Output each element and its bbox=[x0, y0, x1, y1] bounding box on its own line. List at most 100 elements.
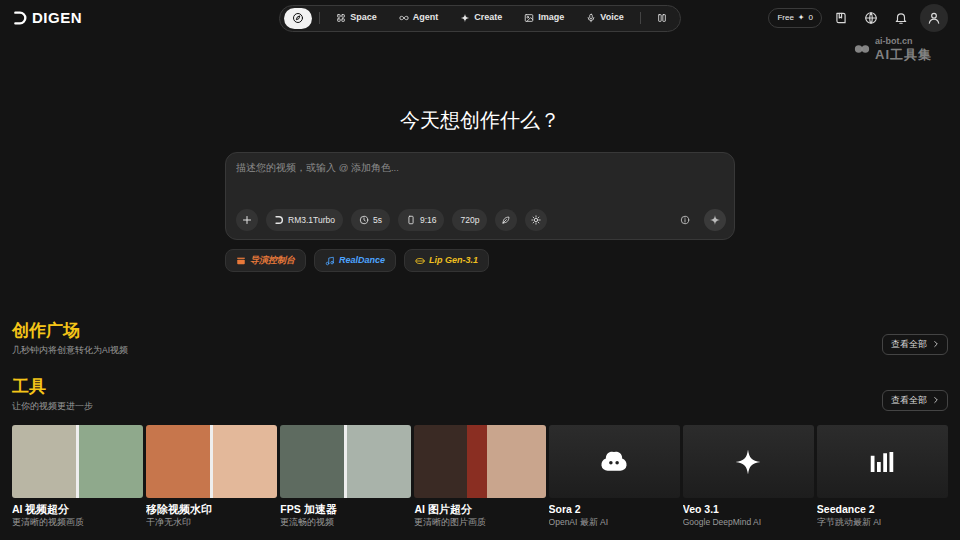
tool-card[interactable]: AI 图片超分更清晰的图片画质 bbox=[414, 425, 545, 528]
watermark-name: AI工具集 bbox=[875, 47, 932, 62]
content-section: 创作广场几秒钟内将创意转化为AI视频 查看全部 bbox=[0, 320, 960, 357]
section-subtitle: 让你的视频更进一步 bbox=[12, 400, 93, 413]
nav-tab[interactable]: Agent bbox=[390, 8, 448, 29]
sun-icon bbox=[531, 215, 541, 225]
nav-tab[interactable]: Create bbox=[451, 8, 511, 29]
section-subtitle: 几秒钟内将创意转化为AI视频 bbox=[12, 344, 128, 357]
sparkle-icon bbox=[709, 214, 721, 226]
hero-title: 今天想创作什么？ bbox=[0, 106, 960, 134]
nav-label: Space bbox=[350, 11, 377, 25]
tool-title: AI 视频超分 bbox=[12, 502, 143, 516]
logo-icon bbox=[274, 215, 284, 225]
tool-preview bbox=[280, 425, 411, 498]
tool-title: FPS 加速器 bbox=[280, 502, 411, 516]
home-tab[interactable] bbox=[284, 8, 312, 29]
clapper-icon bbox=[236, 256, 246, 266]
prompt-options: RM3.1Turbo 5s 9:16 720p bbox=[236, 209, 547, 231]
tool-card[interactable]: Seedance 2字节跳动最新 AI bbox=[817, 425, 948, 528]
digen-logo-icon bbox=[12, 10, 28, 26]
image-icon bbox=[524, 13, 534, 23]
note-icon bbox=[325, 256, 335, 266]
columns-icon bbox=[657, 13, 667, 23]
lips-icon bbox=[415, 256, 425, 266]
tool-title: Veo 3.1 bbox=[683, 502, 814, 516]
notifications-button[interactable] bbox=[890, 7, 912, 29]
credits-count: 0 bbox=[809, 12, 813, 24]
credits-icon: ✦ bbox=[798, 12, 805, 24]
plus-icon bbox=[241, 214, 253, 226]
shortcut-row: 导演控制台 RealDance Lip Gen-3.1 bbox=[225, 249, 735, 272]
nav-tab[interactable]: Space bbox=[327, 8, 386, 29]
bell-icon bbox=[894, 11, 908, 25]
tool-logo bbox=[683, 425, 814, 498]
nav-tab[interactable]: Image bbox=[515, 8, 573, 29]
info-button[interactable] bbox=[674, 209, 696, 231]
shortcut-chip[interactable]: Lip Gen-3.1 bbox=[404, 249, 489, 272]
plan-label: Free bbox=[777, 12, 793, 24]
tool-title: Seedance 2 bbox=[817, 502, 948, 516]
avatar-button[interactable] bbox=[920, 4, 948, 32]
generate-button[interactable] bbox=[704, 209, 726, 231]
chevron-icon bbox=[931, 395, 941, 405]
user-area: Free ✦ 0 bbox=[681, 4, 948, 32]
bot-icon bbox=[853, 40, 871, 58]
section-heading: 工具让你的视频更进一步 bbox=[12, 376, 93, 413]
watermark: ai-bot.cnAI工具集 bbox=[853, 36, 932, 62]
nav-label: Agent bbox=[413, 11, 439, 25]
tool-subtitle: OpenAI 最新 AI bbox=[549, 516, 680, 528]
info-icon bbox=[680, 215, 690, 225]
nav-label: Create bbox=[474, 11, 502, 25]
resolution-option[interactable]: 720p bbox=[452, 209, 487, 231]
tool-logo bbox=[549, 425, 680, 498]
grid-icon bbox=[336, 13, 346, 23]
section-header: 创作广场几秒钟内将创意转化为AI视频 查看全部 bbox=[12, 320, 948, 357]
tool-card[interactable]: FPS 加速器更流畅的视频 bbox=[280, 425, 411, 528]
nav-label: Voice bbox=[600, 11, 623, 25]
shortcut-chip[interactable]: RealDance bbox=[314, 249, 396, 272]
prompt-input[interactable] bbox=[236, 161, 726, 197]
shortcut-label: Lip Gen-3.1 bbox=[429, 254, 478, 268]
style-button[interactable] bbox=[495, 209, 517, 231]
tool-card[interactable]: Veo 3.1Google DeepMind AI bbox=[683, 425, 814, 528]
tool-card[interactable]: AI 视频超分更清晰的视频画质 bbox=[12, 425, 143, 528]
lighting-button[interactable] bbox=[525, 209, 547, 231]
tool-logo bbox=[817, 425, 948, 498]
brand-name: DIGEN bbox=[32, 7, 82, 30]
section-heading: 创作广场几秒钟内将创意转化为AI视频 bbox=[12, 320, 128, 357]
tool-subtitle: 更清晰的图片画质 bbox=[414, 516, 545, 528]
credits-button[interactable]: Free ✦ 0 bbox=[768, 8, 822, 28]
view-all-button[interactable]: 查看全部 bbox=[882, 390, 948, 412]
shortcut-chip[interactable]: 导演控制台 bbox=[225, 249, 306, 272]
library-button[interactable] bbox=[830, 7, 852, 29]
view-all-button[interactable]: 查看全部 bbox=[882, 334, 948, 356]
translate-button[interactable] bbox=[860, 7, 882, 29]
view-all-label: 查看全部 bbox=[891, 394, 927, 408]
option-label: 9:16 bbox=[420, 214, 437, 227]
book-icon bbox=[834, 11, 848, 25]
nav-tab[interactable]: Voice bbox=[577, 8, 632, 29]
option-label: 720p bbox=[460, 214, 479, 227]
tool-subtitle: Google DeepMind AI bbox=[683, 516, 814, 528]
ratio-option[interactable]: 9:16 bbox=[398, 209, 445, 231]
shortcut-label: 导演控制台 bbox=[250, 254, 295, 268]
option-label: 5s bbox=[373, 214, 382, 227]
prompt-box: RM3.1Turbo 5s 9:16 720p bbox=[225, 152, 735, 240]
leaf-icon bbox=[501, 215, 511, 225]
tool-card[interactable]: Sora 2OpenAI 最新 AI bbox=[549, 425, 680, 528]
prompt-toolbar: RM3.1Turbo 5s 9:16 720p bbox=[236, 209, 726, 231]
nav-label: Image bbox=[538, 11, 564, 25]
globe-icon bbox=[864, 11, 878, 25]
layout-button[interactable] bbox=[648, 8, 676, 29]
view-all-label: 查看全部 bbox=[891, 338, 927, 352]
duration-option[interactable]: 5s bbox=[351, 209, 390, 231]
prompt-actions bbox=[674, 209, 726, 231]
main-nav: Space Agent Create Image Voice bbox=[279, 5, 680, 32]
brand-logo[interactable]: DIGEN bbox=[12, 7, 82, 30]
brand-area: DIGEN bbox=[12, 7, 279, 30]
model-option[interactable]: RM3.1Turbo bbox=[266, 209, 343, 231]
tool-card[interactable]: 移除视频水印干净无水印 bbox=[146, 425, 277, 528]
content-section: 工具让你的视频更进一步 查看全部 AI 视频超分更清晰的视频画质移除视频水印干净无水… bbox=[0, 376, 960, 528]
add-button[interactable] bbox=[236, 209, 258, 231]
option-label: RM3.1Turbo bbox=[288, 214, 335, 227]
tool-subtitle: 字节跳动最新 AI bbox=[817, 516, 948, 528]
